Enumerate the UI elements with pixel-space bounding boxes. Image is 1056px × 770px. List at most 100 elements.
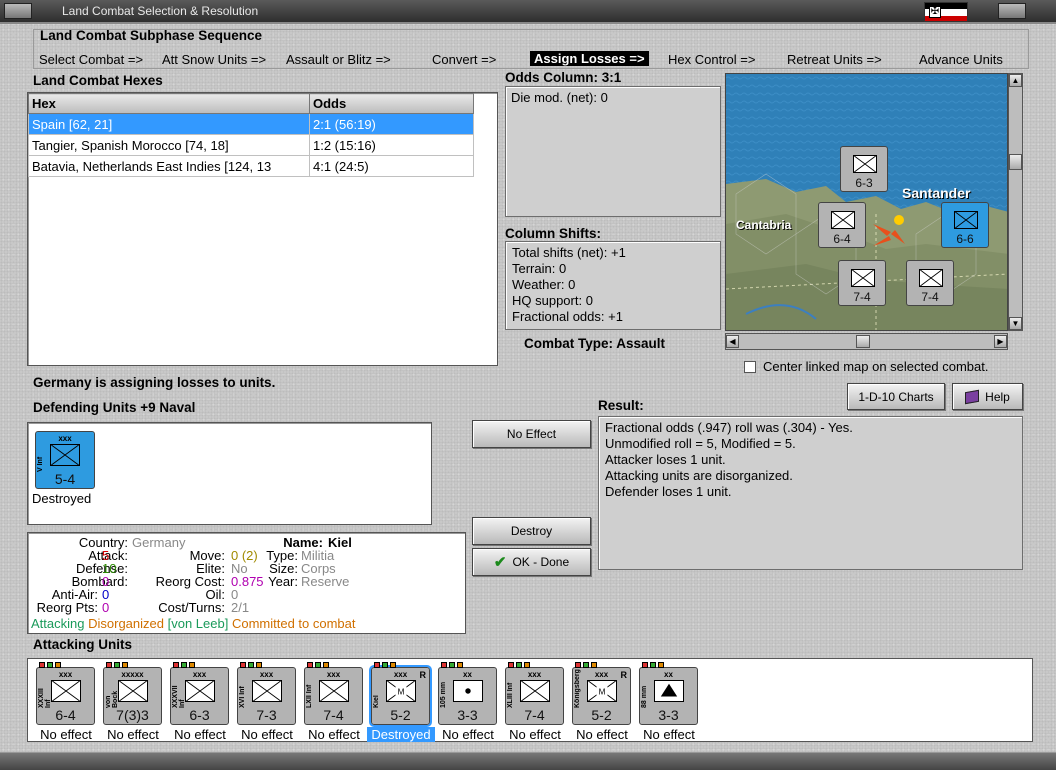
attacking-unit-status: No effect [107,727,159,742]
reorg-pts-value: 0 [102,600,110,615]
center-map-checkbox[interactable] [744,361,756,373]
step-advance-units: Advance Units [919,52,1003,67]
unit-value: 5-4 [54,471,76,487]
col-odds[interactable]: Odds [309,93,474,114]
scroll-thumb[interactable] [1009,154,1022,170]
infantry-icon [185,680,215,702]
unit-name: Kiel [373,695,380,708]
help-button[interactable]: Help [952,383,1023,410]
linked-map[interactable]: Cantabria Santander 6-3 6-4 6-6 7-4 7-4 [725,73,1008,331]
unit-value: 3-3 [658,707,679,723]
destroy-button[interactable]: Destroy [472,517,591,545]
svg-text:M: M [599,688,606,697]
unit-marker-dots-icon [441,662,463,668]
hex-cell: Tangier, Spanish Morocco [74, 18] [28,134,310,156]
map-unit-counter[interactable]: 7-4 [906,260,954,306]
col-hex[interactable]: Hex [28,93,310,114]
infantry-icon [520,680,550,702]
unit-value: 7-3 [256,707,277,723]
subphase-sequence: Land Combat Subphase Sequence Select Com… [33,28,1029,69]
step-assault-or-blitz: Assault or Blitz => [286,52,391,67]
unit-marker-dots-icon [106,662,128,668]
map-unit-counter[interactable]: 6-4 [818,202,866,248]
year-key: Year: [268,574,298,589]
attack-arrows-icon [869,214,909,254]
unit-marker-dots-icon [240,662,262,668]
infantry-icon [118,680,148,702]
defending-panel: xxx V Inf 5-4 Destroyed [27,422,432,525]
unit-value: 7(3)3 [116,707,149,723]
scroll-down-icon[interactable]: ▼ [1009,317,1022,330]
scroll-up-icon[interactable]: ▲ [1009,74,1022,87]
odds-panel: Die mod. (net): 0 [505,86,721,217]
cost-turns-value: 2/1 [231,600,250,615]
attacking-unit-counter[interactable]: xxx XVI Inf 7-3 [237,662,296,725]
result-line: Attacker loses 1 unit. [605,452,726,467]
column-shifts-panel: Total shifts (net): +1 Terrain: 0 Weathe… [505,241,721,330]
bottom-bar [0,752,1056,770]
ok-done-button[interactable]: ✔ OK - Done [472,548,591,576]
hex-cell: Spain [62, 21] [28,113,310,135]
attacking-unit-status: No effect [241,727,293,742]
table-row[interactable]: Batavia, Netherlands East Indies [124, 1… [28,155,474,177]
result-header: Result: [598,398,644,413]
charts-button-label: 1-D-10 Charts [858,389,934,404]
attacking-unit-counter[interactable]: xx 105 mm 3-3 [438,662,497,725]
charts-button[interactable]: 1-D-10 Charts [847,383,945,410]
unit-name: von Bock [105,690,119,708]
infantry-icon [51,680,81,702]
reserve-marker: R [620,670,628,680]
map-unit-counter[interactable]: 6-3 [840,146,888,192]
system-menu-button[interactable] [4,3,32,19]
scroll-left-icon[interactable]: ◀ [726,335,739,348]
reserve-marker: R [419,670,427,680]
map-unit-counter[interactable]: 7-4 [838,260,886,306]
unit-value: 7-4 [323,707,344,723]
unit-symbol-icon [831,211,855,229]
attacking-unit-counter[interactable]: xxx XXXVII Inf 6-3 [170,662,229,725]
attacking-unit-counter[interactable]: xxx Königsberg M 5-2 R [572,662,631,725]
unit-info-panel: Country: Germany Attack: 5 Defense: 10 B… [27,532,466,634]
odds-cell: 1:2 (15:16) [309,134,474,156]
result-panel: Fractional odds (.947) roll was (.304) -… [598,416,1023,570]
unit-status-line: Attacking Disorganized [von Leeb] Commit… [31,617,356,630]
attacking-unit-status: No effect [643,727,695,742]
shift-weather: Weather: 0 [512,277,576,292]
table-row[interactable]: Spain [62, 21] 2:1 (56:19) [28,113,474,135]
restore-button[interactable] [998,3,1026,19]
unit-marker-dots-icon [374,662,396,668]
attacking-unit-counter[interactable]: xxxxx von Bock 7(3)3 [103,662,162,725]
shift-total: Total shifts (net): +1 [512,245,626,260]
unit-marker-dots-icon [642,662,664,668]
no-effect-button[interactable]: No Effect [472,420,591,448]
window-title: Land Combat Selection & Resolution [62,4,259,18]
help-book-icon [965,389,980,404]
attacking-unit-counter[interactable]: xx 88 mm 3-3 [639,662,698,725]
map-vertical-scrollbar[interactable]: ▲ ▼ [1008,73,1023,331]
attacking-unit-counter[interactable]: xxx XLIII Inf 7-4 [505,662,564,725]
infantry-icon [252,680,282,702]
unit-marker-dots-icon [39,662,61,668]
attacking-unit-status: No effect [509,727,561,742]
unit-symbol-icon [853,155,877,173]
status-committed: Committed to combat [231,616,356,631]
attacking-unit-counter[interactable]: xxx LXII Inf 7-4 [304,662,363,725]
scroll-right-icon[interactable]: ▶ [994,335,1007,348]
result-line: Fractional odds (.947) roll was (.304) -… [605,420,853,435]
map-defender-counter[interactable]: 6-6 [941,202,989,248]
unit-name: XXXVII Inf [172,685,186,708]
ok-done-label: OK - Done [512,555,570,569]
unit-name: XXXIII Inf [38,688,52,708]
shift-fractional-odds: Fractional odds: +1 [512,309,623,324]
defending-unit-counter[interactable]: xxx V Inf 5-4 [35,431,95,489]
attacking-unit-counter[interactable]: xxx Kiel M 5-2 R [369,662,432,727]
map-horizontal-scrollbar[interactable]: ◀ ▶ [725,333,1008,350]
die-mod: Die mod. (net): 0 [511,90,608,105]
unit-value: 6-4 [55,707,76,723]
scroll-thumb[interactable] [856,335,870,348]
attacking-unit-counter[interactable]: xxx XXXIII Inf 6-4 [36,662,95,725]
step-assign-losses: Assign Losses => [530,51,649,66]
infantry-icon [50,444,80,466]
step-att-snow-units: Att Snow Units => [162,52,267,67]
table-row[interactable]: Tangier, Spanish Morocco [74, 18] 1:2 (1… [28,134,474,156]
